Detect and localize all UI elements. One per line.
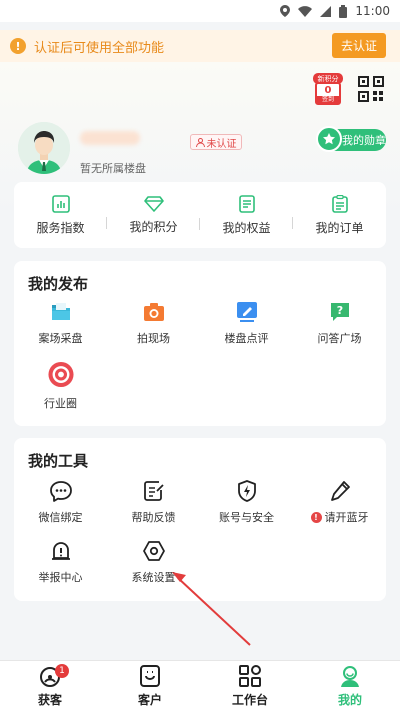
notification-badge: 1 — [55, 664, 69, 678]
battery-icon — [339, 4, 348, 18]
tool-item-label: 系统设置 — [131, 571, 176, 584]
tab-label: 工作台 — [231, 693, 268, 707]
section-title: 我的发布 — [28, 275, 89, 293]
new-points-badge: 新积分 — [313, 73, 343, 84]
tab-label: 获客 — [37, 693, 62, 707]
tab-customers[interactable]: 客户 — [100, 661, 200, 711]
tool-item-help-feedback[interactable]: 帮助反馈 — [107, 480, 200, 530]
stat-service-index[interactable]: 服务指数 — [14, 194, 107, 236]
publish-item-label: 拍现场 — [137, 332, 170, 345]
clipboard-icon — [331, 194, 348, 213]
my-tools-card: 我的工具 微信绑定 帮助反馈 账号与安全 ! 请开蓝牙 举报中心 系统设置 — [14, 438, 386, 601]
bottom-tab-bar: 获客 1 客户 工作台 我的 — [0, 660, 400, 711]
tool-item-label: 请开蓝牙 — [324, 511, 369, 524]
warning-icon: ! — [310, 511, 322, 523]
question-icon: ? — [330, 303, 349, 321]
document-icon — [238, 194, 255, 213]
chart-icon — [51, 194, 70, 213]
tool-item-label-wrap: ! 请开蓝牙 — [310, 509, 369, 525]
publish-item-qa[interactable]: ? 问答广场 — [293, 301, 386, 351]
stat-label: 服务指数 — [36, 220, 85, 235]
user-avatar-icon — [18, 122, 70, 174]
my-medal-button[interactable]: 我的勋章 — [316, 126, 386, 152]
stat-label: 我的订单 — [315, 220, 364, 235]
notice-text: 认证后可使用全部功能 — [34, 40, 165, 56]
tool-item-label: 微信绑定 — [38, 511, 83, 524]
tab-acquire[interactable]: 获客 1 — [0, 661, 100, 711]
wifi-icon — [298, 5, 313, 17]
status-time: 11:00 — [355, 4, 390, 18]
my-publish-card: 我的发布 案场采盘 拍现场 楼盘点评 ? 问答广场 行业圈 — [14, 261, 386, 426]
verify-status-badge[interactable]: 未认证 — [190, 134, 242, 150]
publish-item-label: 问答广场 — [317, 332, 362, 345]
status-bar: 11:00 — [0, 0, 400, 22]
tool-item-label: 举报中心 — [38, 571, 83, 584]
camera-icon — [143, 303, 164, 321]
calendar-icon: 0 签到 — [315, 82, 341, 105]
publish-item-review[interactable]: 楼盘点评 — [200, 301, 293, 351]
section-title: 我的工具 — [28, 452, 89, 470]
user-icon — [195, 137, 205, 147]
tool-item-label: 账号与安全 — [219, 511, 274, 524]
publish-item-photo[interactable]: 拍现场 — [107, 301, 200, 351]
verify-notice-bar: ! 认证后可使用全部功能 去认证 — [0, 30, 400, 62]
location-icon — [280, 5, 291, 17]
qr-code-icon[interactable] — [358, 76, 384, 102]
checkin-count: 0 — [324, 85, 332, 96]
publish-item-industry-circle[interactable]: 行业圈 — [14, 361, 107, 411]
tool-item-system-settings[interactable]: 系统设置 — [107, 540, 200, 590]
tool-item-bluetooth[interactable]: ! 请开蓝牙 — [293, 480, 386, 530]
estate-text: 暂无所属楼盘 — [80, 162, 146, 175]
profile-icon — [341, 666, 359, 687]
tab-workbench[interactable]: 工作台 — [200, 661, 300, 711]
publish-item-site-collect[interactable]: 案场采盘 — [14, 301, 107, 351]
stats-card: 服务指数 我的积分 我的权益 我的订单 — [14, 182, 386, 248]
stat-label: 我的积分 — [129, 219, 178, 234]
verify-status-label: 未认证 — [206, 138, 237, 150]
stat-label: 我的权益 — [222, 220, 271, 235]
shield-icon — [237, 480, 256, 502]
pen-icon — [330, 481, 350, 501]
tab-label: 客户 — [137, 693, 162, 707]
stat-my-orders[interactable]: 我的订单 — [293, 194, 386, 236]
stat-my-points[interactable]: 我的积分 — [107, 195, 200, 235]
publish-item-label: 楼盘点评 — [224, 332, 269, 345]
medal-label: 我的勋章 — [342, 134, 386, 147]
tool-item-account-security[interactable]: 账号与安全 — [200, 480, 293, 530]
checkin-button[interactable]: 0 签到 新积分 — [313, 73, 343, 107]
chat-bubble-icon — [49, 481, 72, 502]
edit-icon — [236, 302, 257, 322]
alert-icon: ! — [10, 38, 26, 54]
folder-icon — [51, 303, 70, 320]
tool-item-label: 帮助反馈 — [131, 511, 176, 524]
diamond-icon — [143, 195, 164, 212]
signal-icon — [320, 5, 332, 17]
tool-item-wechat-bind[interactable]: 微信绑定 — [14, 480, 107, 530]
tool-item-report-center[interactable]: 举报中心 — [14, 540, 107, 590]
tab-label: 我的 — [337, 693, 362, 707]
tab-mine[interactable]: 我的 — [300, 661, 400, 711]
publish-item-label: 行业圈 — [44, 397, 77, 410]
svg-text:?: ? — [336, 304, 342, 317]
checkin-label: 签到 — [316, 96, 340, 104]
user-name-redacted — [80, 131, 140, 145]
stat-my-rights[interactable]: 我的权益 — [200, 194, 293, 236]
customer-icon — [140, 665, 160, 687]
report-icon — [51, 542, 70, 560]
star-icon — [316, 126, 342, 152]
settings-icon — [142, 541, 165, 561]
go-verify-button[interactable]: 去认证 — [332, 33, 386, 58]
avatar[interactable] — [18, 122, 70, 174]
feedback-icon — [143, 481, 164, 501]
grid-icon — [239, 665, 261, 687]
publish-item-label: 案场采盘 — [38, 332, 83, 345]
circle-icon — [47, 361, 74, 388]
